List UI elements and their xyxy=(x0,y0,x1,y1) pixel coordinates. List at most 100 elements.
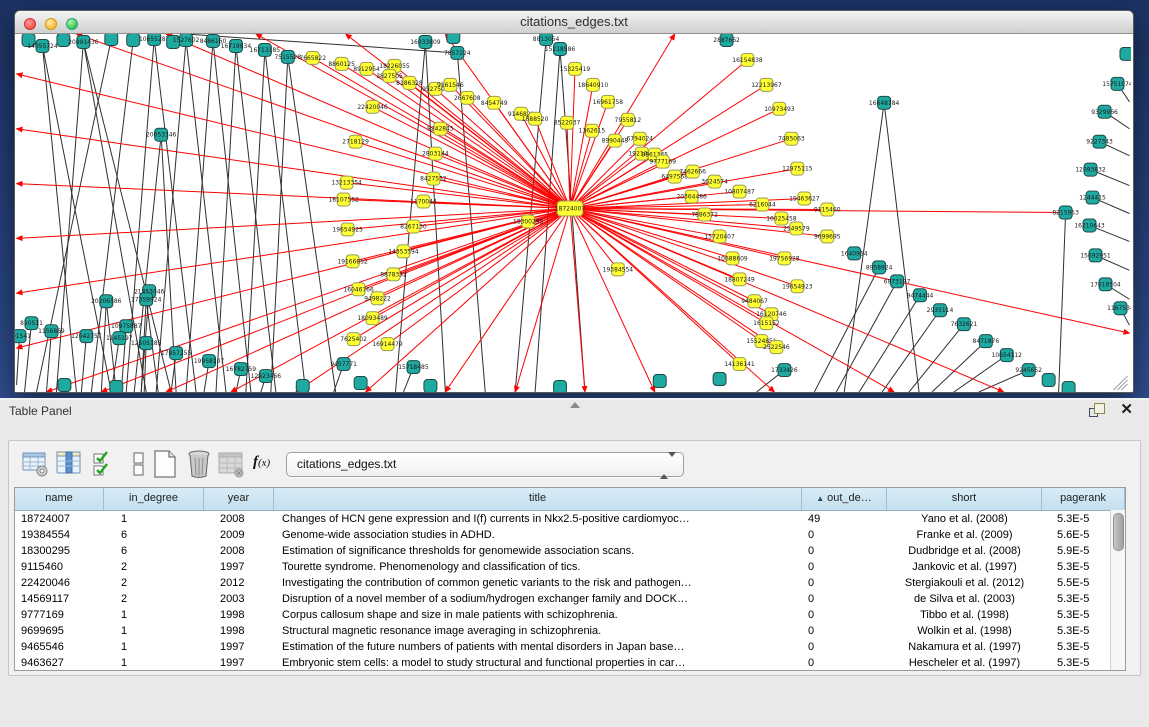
graph-node[interactable] xyxy=(1120,47,1131,60)
delete-table-icon[interactable] xyxy=(185,449,213,479)
table-cell-in_degree[interactable]: 2 xyxy=(104,591,204,607)
table-cell-year[interactable]: 2008 xyxy=(204,511,274,527)
splitter-collapse-icon[interactable] xyxy=(570,402,580,408)
table-row[interactable]: 1872400712008Changes of HCN gene express… xyxy=(15,511,1125,527)
table-row[interactable]: 911546021997Tourette syndrome. Phenomeno… xyxy=(15,559,1125,575)
network-canvas[interactable]: 1872400776658228860125891295418226055382… xyxy=(15,34,1131,392)
table-cell-out_degree[interactable]: 0 xyxy=(802,575,887,591)
table-cell-title[interactable]: Changes of HCN gene expression and I(f) … xyxy=(274,511,802,527)
close-panel-icon[interactable]: ✕ xyxy=(1120,401,1133,419)
table-cell-short[interactable]: Hescheler et al. (1997) xyxy=(887,655,1042,671)
graph-node[interactable] xyxy=(354,377,367,390)
table-cell-short[interactable]: Yano et al. (2008) xyxy=(887,511,1042,527)
graph-node[interactable] xyxy=(1042,374,1055,387)
table-row[interactable]: 946362711997Embryonic stem cells: a mode… xyxy=(15,655,1125,671)
graph-node[interactable] xyxy=(554,381,567,392)
select-all-columns-icon[interactable] xyxy=(91,449,119,479)
table-cell-title[interactable]: Embryonic stem cells: a model to study s… xyxy=(274,655,802,671)
table-row[interactable]: 2242004622012Investigating the contribut… xyxy=(15,575,1125,591)
column-header-year[interactable]: year xyxy=(204,488,274,510)
column-chooser-icon[interactable] xyxy=(55,449,83,479)
table-cell-short[interactable]: de Silva et al. (2003) xyxy=(887,591,1042,607)
graph-node[interactable] xyxy=(58,379,71,392)
column-header-in_degree[interactable]: in_degree xyxy=(104,488,204,510)
table-row[interactable]: 946554611997Estimation of the future num… xyxy=(15,639,1125,655)
table-cell-name[interactable]: 22420046 xyxy=(15,575,104,591)
new-table-icon[interactable] xyxy=(151,449,179,479)
table-cell-year[interactable]: 2008 xyxy=(204,543,274,559)
table-cell-name[interactable]: 19384554 xyxy=(15,527,104,543)
table-cell-short[interactable]: Nakamura et al. (1997) xyxy=(887,639,1042,655)
table-cell-out_degree[interactable]: 0 xyxy=(802,559,887,575)
table-cell-year[interactable]: 1997 xyxy=(204,559,274,575)
resize-grip-icon[interactable] xyxy=(1113,376,1127,390)
minimize-window-button[interactable] xyxy=(45,18,57,30)
table-row[interactable]: 977716911998Corpus callosum shape and si… xyxy=(15,607,1125,623)
table-cell-year[interactable]: 2012 xyxy=(204,575,274,591)
table-cell-short[interactable]: Tibbo et al. (1998) xyxy=(887,607,1042,623)
table-cell-name[interactable]: 9463627 xyxy=(15,655,104,671)
table-cell-title[interactable]: Disruption of a novel member of a sodium… xyxy=(274,591,802,607)
column-header-name[interactable]: name xyxy=(15,488,104,510)
scrollbar-thumb[interactable] xyxy=(1113,513,1124,551)
table-cell-in_degree[interactable]: 1 xyxy=(104,655,204,671)
table-cell-year[interactable]: 1997 xyxy=(204,655,274,671)
graph-node[interactable] xyxy=(424,380,437,392)
table-cell-out_degree[interactable]: 0 xyxy=(802,607,887,623)
zoom-window-button[interactable] xyxy=(66,18,78,30)
table-row[interactable]: 1830029562008Estimation of significance … xyxy=(15,543,1125,559)
table-cell-in_degree[interactable]: 6 xyxy=(104,527,204,543)
close-window-button[interactable] xyxy=(24,18,36,30)
table-cell-name[interactable]: 9699695 xyxy=(15,623,104,639)
network-view-window[interactable]: citations_edges.txt 18724007766582288601… xyxy=(14,10,1134,393)
graph-node[interactable] xyxy=(447,34,460,43)
graph-node[interactable] xyxy=(110,381,123,392)
table-cell-title[interactable]: Corpus callosum shape and size in male p… xyxy=(274,607,802,623)
window-titlebar[interactable]: citations_edges.txt xyxy=(15,11,1133,34)
table-cell-in_degree[interactable]: 1 xyxy=(104,639,204,655)
table-row[interactable]: 1456911722003Disruption of a novel membe… xyxy=(15,591,1125,607)
table-cell-year[interactable]: 1997 xyxy=(204,639,274,655)
table-cell-year[interactable]: 1998 xyxy=(204,607,274,623)
table-cell-title[interactable]: Tourette syndrome. Phenomenology and cla… xyxy=(274,559,802,575)
graph-node[interactable] xyxy=(127,34,140,46)
graph-node[interactable] xyxy=(1062,382,1075,392)
table-cell-year[interactable]: 2003 xyxy=(204,591,274,607)
table-header-row[interactable]: namein_degreeyeartitle▲out_de…shortpager… xyxy=(15,488,1125,511)
table-cell-year[interactable]: 1998 xyxy=(204,623,274,639)
table-cell-title[interactable]: Estimation of significance thresholds fo… xyxy=(274,543,802,559)
table-cell-in_degree[interactable]: 1 xyxy=(104,623,204,639)
table-cell-in_degree[interactable]: 2 xyxy=(104,559,204,575)
column-header-short[interactable]: short xyxy=(887,488,1042,510)
column-header-out_degree[interactable]: ▲out_de… xyxy=(802,488,887,510)
graph-node[interactable] xyxy=(105,34,118,45)
table-row[interactable]: 1938455462009Genome-wide association stu… xyxy=(15,527,1125,543)
table-cell-year[interactable]: 2009 xyxy=(204,527,274,543)
column-header-title[interactable]: title xyxy=(274,488,802,510)
table-cell-out_degree[interactable]: 0 xyxy=(802,527,887,543)
table-settings-icon[interactable] xyxy=(21,449,49,479)
row-height-icon[interactable] xyxy=(125,449,153,479)
table-cell-name[interactable]: 9115460 xyxy=(15,559,104,575)
table-cell-short[interactable]: Franke et al. (2009) xyxy=(887,527,1042,543)
table-cell-short[interactable]: Wolkin et al. (1998) xyxy=(887,623,1042,639)
function-builder-icon[interactable]: f(x) xyxy=(253,454,281,484)
table-cell-in_degree[interactable]: 6 xyxy=(104,543,204,559)
float-panel-icon[interactable] xyxy=(1089,403,1105,417)
table-cell-name[interactable]: 18300295 xyxy=(15,543,104,559)
table-cell-out_degree[interactable]: 49 xyxy=(802,511,887,527)
table-cell-title[interactable]: Structural magnetic resonance image aver… xyxy=(274,623,802,639)
table-cell-name[interactable]: 14569117 xyxy=(15,591,104,607)
table-cell-out_degree[interactable]: 0 xyxy=(802,543,887,559)
table-cell-out_degree[interactable]: 0 xyxy=(802,655,887,671)
table-cell-in_degree[interactable]: 1 xyxy=(104,511,204,527)
table-cell-name[interactable]: 9465546 xyxy=(15,639,104,655)
table-cell-out_degree[interactable]: 0 xyxy=(802,639,887,655)
table-cell-title[interactable]: Genome-wide association studies in ADHD. xyxy=(274,527,802,543)
graph-node[interactable] xyxy=(653,375,666,388)
table-cell-short[interactable]: Jankovic et al. (1997) xyxy=(887,559,1042,575)
graph-node[interactable] xyxy=(713,373,726,386)
table-cell-in_degree[interactable]: 1 xyxy=(104,607,204,623)
graph-node[interactable] xyxy=(296,380,309,392)
table-cell-in_degree[interactable]: 2 xyxy=(104,575,204,591)
